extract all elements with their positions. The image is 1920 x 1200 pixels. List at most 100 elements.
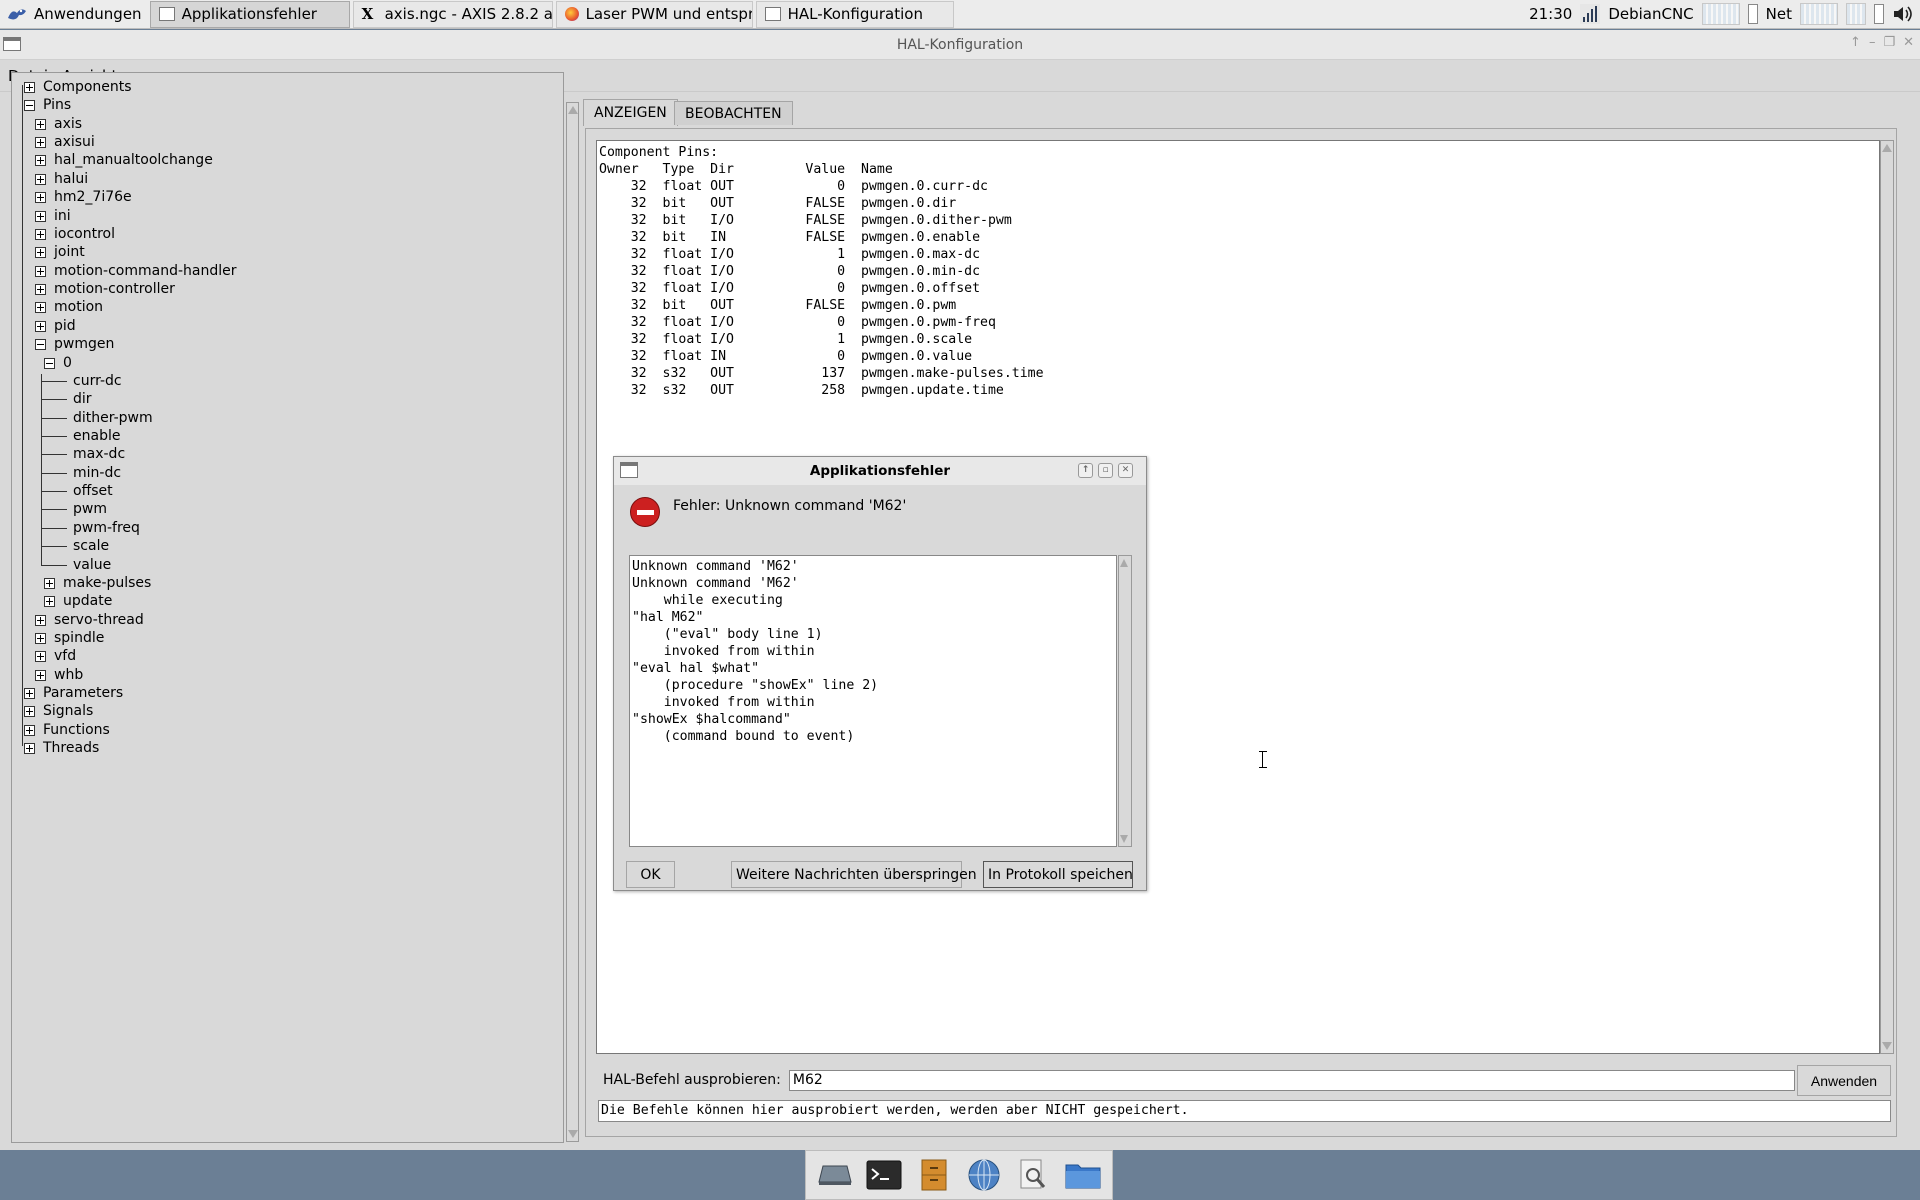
apply-button[interactable]: Anwenden [1797,1065,1891,1096]
tree-node-threads[interactable]: Threads [24,741,99,756]
desktop-icon[interactable] [816,1157,854,1193]
tree-leaf-scale[interactable]: scale [41,539,109,554]
ok-button[interactable]: OK [626,861,675,888]
expand-icon[interactable] [35,321,46,332]
tree-node-spindle[interactable]: spindle [35,631,104,646]
expand-icon[interactable] [24,743,35,754]
expand-icon[interactable] [35,174,46,185]
tree-node-hal_manualtoolchange[interactable]: hal_manualtoolchange [35,153,213,168]
collapse-icon[interactable] [24,100,35,111]
error-details-text[interactable]: Unknown command 'M62' Unknown command 'M6… [629,555,1117,847]
tree-node-hm2_7i76e[interactable]: hm2_7i76e [35,190,132,205]
scroll-down-arrow-icon[interactable] [568,1130,578,1138]
expand-icon[interactable] [35,229,46,240]
tree-node-motion-controller[interactable]: motion-controller [35,282,175,297]
window-titlebar[interactable]: HAL-Konfiguration ↑ – ❐ ✕ [0,30,1920,60]
scroll-up-arrow-icon[interactable] [1882,144,1892,152]
scroll-up-arrow-icon[interactable] [1120,559,1128,567]
folder-icon[interactable] [1064,1157,1102,1193]
tree-leaf-enable[interactable]: enable [41,429,120,444]
tree-node-vfd[interactable]: vfd [35,649,76,664]
expand-icon[interactable] [35,155,46,166]
save-to-log-button[interactable]: In Protokoll speichen [983,861,1133,888]
tree-node-pwmgen-0[interactable]: 0 [44,356,72,371]
tree-node-axis[interactable]: axis [35,117,82,132]
task-hal-konfiguration[interactable]: HAL-Konfiguration [755,0,954,28]
collapse-icon[interactable] [35,339,46,350]
close-icon[interactable]: ✕ [1903,35,1914,50]
scroll-down-arrow-icon[interactable] [1120,835,1128,843]
tab-beobachten[interactable]: BEOBACHTEN [674,101,793,125]
tree-node-iocontrol[interactable]: iocontrol [35,227,115,242]
tree-node-motion[interactable]: motion [35,300,103,315]
applications-menu[interactable]: Anwendungen [0,0,150,29]
search-icon[interactable] [1014,1157,1052,1193]
expand-icon[interactable] [35,266,46,277]
shade-icon[interactable]: ↑ [1078,463,1093,478]
collapse-icon[interactable] [44,358,55,369]
expand-icon[interactable] [35,633,46,644]
tree-node-axisui[interactable]: axisui [35,135,95,150]
tree-node-joint[interactable]: joint [35,245,85,260]
tree-node-ini[interactable]: ini [35,209,71,224]
shade-icon[interactable]: ↑ [1850,35,1861,50]
expand-icon[interactable] [44,596,55,607]
tree-node-pid[interactable]: pid [35,319,76,334]
expand-icon[interactable] [24,688,35,699]
tree-leaf-max-dc[interactable]: max-dc [41,447,125,462]
expand-icon[interactable] [35,192,46,203]
tree-node-components[interactable]: Components [24,80,132,95]
tree-scrollbar[interactable] [566,102,579,1142]
maximize-icon[interactable]: ❐ [1883,35,1895,50]
tree-leaf-dither-pwm[interactable]: dither-pwm [41,411,153,426]
tree-node-functions[interactable]: Functions [24,723,110,738]
task-firefox[interactable]: Laser PWM und entspre... [555,0,753,28]
file-cabinet-icon[interactable] [915,1157,953,1193]
details-scrollbar[interactable] [1118,555,1132,847]
scroll-down-arrow-icon[interactable] [1882,1042,1892,1050]
tree-leaf-pwm-freq[interactable]: pwm-freq [41,521,140,536]
task-axis[interactable]: X axis.ngc - AXIS 2.8.2 au... [352,0,553,28]
task-applikationsfehler[interactable]: Applikationsfehler [149,0,350,28]
hal-tree[interactable]: Components Pins axis axisui hal_manualtoolch… [11,72,564,1143]
tree-node-servo-thread[interactable]: servo-thread [35,613,144,628]
tree-node-pins[interactable]: Pins [24,98,71,113]
window-menu-icon[interactable] [3,37,21,51]
tree-leaf-min-dc[interactable]: min-dc [41,466,121,481]
tree-node-whb[interactable]: whb [35,668,83,683]
expand-icon[interactable] [35,302,46,313]
tree-node-motion-command-handler[interactable]: motion-command-handler [35,264,236,279]
minimize-icon[interactable]: – [1869,35,1876,50]
tree-leaf-value[interactable]: value [41,558,111,573]
pins-scrollbar[interactable] [1880,140,1894,1054]
tab-anzeigen[interactable]: ANZEIGEN [583,99,678,126]
expand-icon[interactable] [35,137,46,148]
tree-node-parameters[interactable]: Parameters [24,686,123,701]
tree-leaf-pwm[interactable]: pwm [41,502,107,517]
tree-node-update[interactable]: update [44,594,112,609]
tree-node-halui[interactable]: halui [35,172,88,187]
expand-icon[interactable] [35,670,46,681]
expand-icon[interactable] [24,82,35,93]
tree-leaf-curr-dc[interactable]: curr-dc [41,374,122,389]
expand-icon[interactable] [44,578,55,589]
expand-icon[interactable] [35,119,46,130]
expand-icon[interactable] [35,284,46,295]
expand-icon[interactable] [24,706,35,717]
expand-icon[interactable] [35,247,46,258]
maximize-icon[interactable]: ▫ [1098,463,1113,478]
signal-icon[interactable] [1580,4,1601,24]
close-icon[interactable]: ✕ [1118,463,1133,478]
window-menu-icon[interactable] [620,462,638,478]
tree-leaf-dir[interactable]: dir [41,392,92,407]
command-input[interactable] [788,1069,1795,1091]
tree-leaf-offset[interactable]: offset [41,484,113,499]
expand-icon[interactable] [24,725,35,736]
terminal-icon[interactable] [865,1157,903,1193]
expand-icon[interactable] [35,211,46,222]
web-browser-icon[interactable] [965,1157,1003,1193]
dialog-titlebar[interactable]: Applikationsfehler ↑ ▫ ✕ [614,457,1146,485]
expand-icon[interactable] [35,615,46,626]
volume-icon[interactable] [1892,4,1914,24]
tree-node-pwmgen[interactable]: pwmgen [35,337,114,352]
